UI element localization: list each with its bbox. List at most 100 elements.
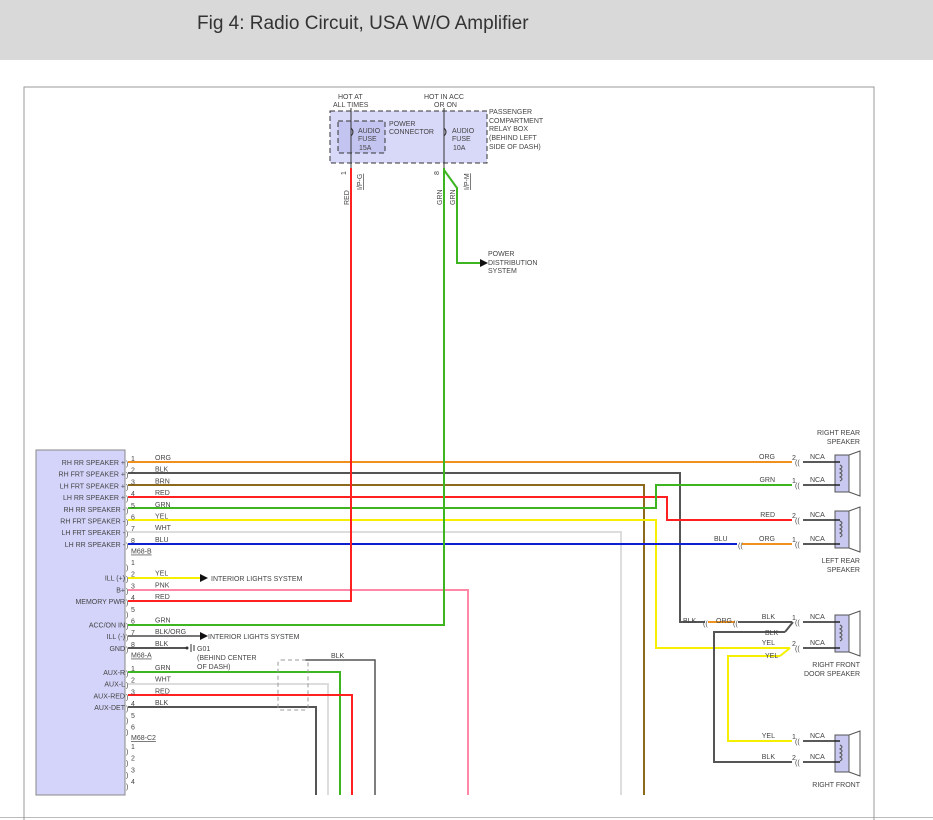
nca-label: NCA	[810, 477, 825, 484]
pin-number: 1	[792, 537, 796, 544]
pin-number: 2	[131, 468, 135, 475]
wire-color-label: ORG	[155, 455, 171, 462]
wire-color-label: BLU	[155, 537, 169, 544]
pin-bracket: )	[126, 473, 128, 480]
pin-bracket: )	[126, 612, 128, 619]
pin-bracket: )	[126, 772, 128, 779]
nca-label: NCA	[810, 536, 825, 543]
pin-label: GND	[109, 646, 125, 653]
relay-box: HOT AT ALL TIMES HOT IN ACC OR ON AUDIO …	[329, 94, 544, 205]
wire-color-label: WHT	[155, 677, 172, 684]
pin-bracket: )	[126, 520, 128, 527]
pin-number: 2	[131, 756, 135, 763]
pin-number: 6	[131, 725, 135, 732]
wire-color-label: GRN	[437, 189, 444, 205]
wire-color-label: BLK	[762, 754, 776, 761]
wire-color-label: BLK	[683, 618, 697, 625]
speaker-right-front: ((1 NCAYEL((2 NCABLKRIGHT FRONT	[762, 730, 861, 789]
pin-number: 8	[131, 538, 135, 545]
wire-color-label: RED	[155, 688, 170, 695]
pin-number: 4	[131, 595, 135, 602]
pin-label: AUX-L	[104, 682, 125, 689]
pin-number: 3	[131, 767, 135, 774]
relay-box-label: PASSENGER	[489, 109, 532, 116]
pin-bracket: )	[126, 694, 128, 701]
power-distribution-label: POWER	[488, 251, 514, 258]
interior-lights-label: INTERIOR LIGHTS SYSTEM	[211, 576, 303, 583]
wire-color-label: RED	[155, 490, 170, 497]
speaker-cone	[848, 730, 861, 777]
pin-number: 5	[131, 713, 135, 720]
connector-id: M68-C2	[131, 735, 156, 742]
pin-bracket: )	[126, 706, 128, 713]
power-distribution-label: SYSTEM	[488, 268, 517, 275]
wire-color-label: BRN	[155, 478, 170, 485]
speaker-name: LEFT REAR	[822, 558, 860, 565]
wires	[128, 168, 794, 795]
pin-bracket: )	[126, 635, 128, 642]
pin-label: AUX-RED	[93, 693, 125, 700]
wire-color-label: ORG	[759, 536, 775, 543]
pin-label: LH RR SPEAKER -	[65, 542, 126, 549]
wire-color-label: BLK	[155, 700, 169, 707]
pin-label: ILL (+)	[105, 576, 125, 583]
pin-bracket: )	[126, 565, 128, 572]
speaker-name: SPEAKER	[827, 567, 860, 574]
speaker-cone	[848, 450, 861, 497]
pin-bracket: )	[126, 730, 128, 737]
pin-number: 2	[792, 755, 796, 762]
power-connector-label: POWER	[389, 121, 415, 128]
wire-aux-red	[128, 694, 353, 795]
wire-grn-pds	[443, 169, 480, 264]
pin-bracket: )	[126, 761, 128, 768]
wire-color-label: BLK	[155, 467, 169, 474]
pin-number: 8	[131, 642, 135, 649]
pin-number: 4	[131, 701, 135, 708]
pin-bracket: )	[126, 671, 128, 678]
nca-label: NCA	[810, 454, 825, 461]
nca-label: NCA	[810, 512, 825, 519]
wire-color-label: RED	[760, 512, 775, 519]
wire-color-label: GRN	[450, 189, 457, 205]
speaker-name: RIGHT FRONT	[812, 662, 860, 669]
pin-number: 1	[792, 478, 796, 485]
wire-yel-branch	[727, 655, 792, 742]
pin-number: 5	[131, 607, 135, 614]
speaker-icon	[834, 614, 850, 653]
fuse1-label: FUSE	[358, 136, 377, 143]
pin-number: 7	[131, 526, 135, 533]
pin-number: 5	[131, 503, 135, 510]
speaker-name: RIGHT FRONT	[812, 782, 860, 789]
fuse2-rating: 10A	[453, 145, 466, 152]
pin-label: MEMORY PWR	[75, 599, 125, 606]
speaker-name: DOOR SPEAKER	[804, 671, 860, 678]
pin-bracket: )	[126, 784, 128, 791]
pin-number: 6	[131, 515, 135, 522]
power-distribution-label: DISTRIBUTION	[488, 260, 537, 267]
speaker-cone	[848, 610, 861, 657]
wire-color-label: YEL	[765, 653, 778, 660]
power-connector-label: CONNECTOR	[389, 129, 434, 136]
pin-label: RH RR SPEAKER +	[62, 460, 125, 467]
wire-color-label: BLK	[762, 614, 776, 621]
pin-number: 3	[131, 479, 135, 486]
pin-label: LH FRT SPEAKER +	[60, 483, 125, 490]
wire-blk	[128, 472, 705, 623]
wire-blk-branch	[713, 631, 792, 763]
pin-number: 6	[131, 619, 135, 626]
fuse1-rating: 15A	[359, 145, 372, 152]
pin-bracket: )	[126, 461, 128, 468]
fuse2-label: FUSE	[452, 136, 471, 143]
pin-bracket: )	[126, 496, 128, 503]
wire-color-label: RED	[344, 190, 351, 205]
wire-color-label: BLK	[155, 641, 169, 648]
pin-bracket: )	[126, 508, 128, 515]
wire-color-label: ORG	[716, 618, 732, 625]
wire-color-label: BLK/ORG	[155, 629, 186, 636]
wire-grn-acc	[128, 168, 445, 626]
speaker-icon	[834, 510, 850, 549]
wire-color-label: YEL	[762, 733, 775, 740]
pin-number: 2	[792, 513, 796, 520]
speaker-name: RIGHT REAR	[817, 430, 860, 437]
hot-acc-label: HOT IN ACC	[424, 94, 464, 101]
